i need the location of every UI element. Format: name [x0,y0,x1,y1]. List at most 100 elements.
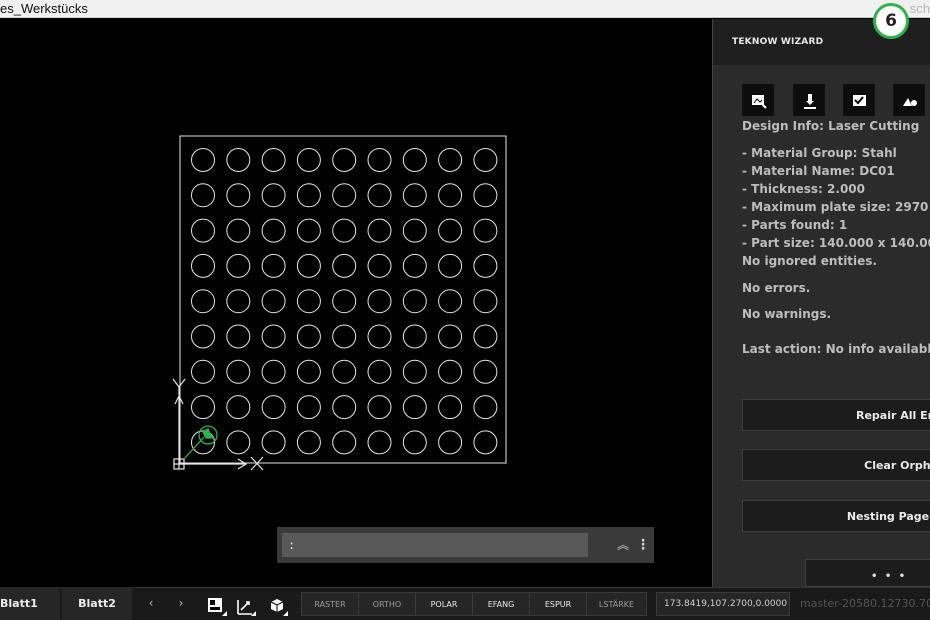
hole-circle[interactable] [261,183,286,208]
hole-circle[interactable] [261,359,286,384]
view-cube-icon[interactable] [268,596,288,616]
hole-circle[interactable] [191,359,215,384]
hole-circle[interactable] [367,289,392,314]
hole-circle[interactable] [226,148,251,172]
hole-circle[interactable] [473,430,498,455]
hole-circle[interactable] [473,395,498,420]
hole-circle[interactable] [438,253,463,278]
hole-circle[interactable] [402,430,427,455]
tab-blatt2[interactable]: Blatt2 [62,587,132,620]
hole-circle[interactable] [226,289,251,314]
hole-circle[interactable] [367,148,392,172]
tool-image-check-button[interactable] [843,84,875,116]
hole-circle[interactable] [332,430,357,455]
hole-circle[interactable] [296,359,321,384]
hole-circle[interactable] [367,395,392,420]
drawing-svg[interactable] [0,19,712,587]
hole-circle[interactable] [473,324,498,349]
drawing-canvas[interactable] [0,19,712,587]
hole-circle[interactable] [191,395,215,420]
hole-circle[interactable] [191,218,215,243]
hole-circle[interactable] [367,183,392,208]
hole-circle[interactable] [332,218,357,243]
tab-next-icon[interactable]: › [166,587,196,620]
hole-circle[interactable] [226,183,251,208]
hole-circle[interactable] [402,395,427,420]
hole-circle[interactable] [402,148,427,172]
hole-circle[interactable] [191,324,215,349]
repair-all-errors-button[interactable]: Repair All Errors [742,399,930,431]
hole-circle[interactable] [402,324,427,349]
hole-circle[interactable] [296,430,321,455]
hole-circle[interactable] [261,218,286,243]
hole-circle[interactable] [402,253,427,278]
nesting-page-button[interactable]: Nesting Page [742,500,930,532]
hole-circle[interactable] [402,359,427,384]
hole-circle[interactable] [438,148,463,172]
hole-circle[interactable] [261,324,286,349]
tab-prev-icon[interactable]: ‹ [136,587,166,620]
hole-circle[interactable] [473,148,498,172]
hole-circle[interactable] [402,289,427,314]
hole-circle[interactable] [261,395,286,420]
chevron-double-up-icon[interactable]: ︽ [612,533,634,557]
layout-icon[interactable] [207,596,227,616]
command-input[interactable]: : [282,533,588,557]
hole-circle[interactable] [367,218,392,243]
tool-laser-head-button[interactable] [793,84,825,116]
hole-circle[interactable] [261,289,286,314]
hole-circle[interactable] [438,324,463,349]
mode-lstaerke[interactable]: LSTÄRKE [587,593,646,615]
hole-circle[interactable] [296,148,321,172]
hole-circle[interactable] [473,183,498,208]
hole-circle[interactable] [226,324,251,349]
tool-image-edit-button[interactable] [742,84,774,116]
panel-more-button[interactable] [805,559,930,587]
hole-circle[interactable] [438,183,463,208]
hole-circle[interactable] [332,183,357,208]
hole-circle[interactable] [367,359,392,384]
mode-polar[interactable]: POLAR [416,593,473,615]
hole-circle[interactable] [367,253,392,278]
hole-circle[interactable] [296,395,321,420]
hole-circle[interactable] [438,430,463,455]
hole-circle[interactable] [438,289,463,314]
hole-circle[interactable] [332,324,357,349]
hole-circle[interactable] [367,324,392,349]
hole-circle[interactable] [402,183,427,208]
hole-circle[interactable] [296,289,321,314]
hole-circle[interactable] [473,253,498,278]
mode-ortho[interactable]: ORTHO [359,593,416,615]
vertical-dots-icon[interactable]: ⋮ [636,533,650,557]
tool-landscape-button[interactable] [893,84,925,116]
hole-circle[interactable] [332,359,357,384]
hole-circle[interactable] [332,289,357,314]
hole-circle[interactable] [226,218,251,243]
hole-circle[interactable] [296,324,321,349]
hole-circle[interactable] [296,183,321,208]
hole-circle[interactable] [191,289,215,314]
hole-circle[interactable] [261,148,286,172]
hole-circle[interactable] [473,359,498,384]
hole-circle[interactable] [191,253,215,278]
hole-circle[interactable] [296,218,321,243]
hole-circle[interactable] [296,253,321,278]
hole-circle[interactable] [226,430,251,455]
hole-circle[interactable] [367,430,392,455]
mode-raster[interactable]: RASTER [302,593,359,615]
hole-circle[interactable] [402,218,427,243]
hole-circle[interactable] [191,148,215,172]
hole-circle[interactable] [191,183,215,208]
hole-circle[interactable] [332,148,357,172]
mode-efang[interactable]: EFANG [473,593,530,615]
dimension-tool-icon[interactable] [236,596,256,616]
clear-orphan-warnings-button[interactable]: Clear Orphan Warni [742,449,930,481]
hole-circle[interactable] [332,395,357,420]
hole-circle[interactable] [438,395,463,420]
hole-circle[interactable] [261,430,286,455]
hole-circle[interactable] [226,395,251,420]
hole-circle[interactable] [332,253,357,278]
hole-circle[interactable] [261,253,286,278]
hole-circle[interactable] [473,218,498,243]
hole-circle[interactable] [473,289,498,314]
